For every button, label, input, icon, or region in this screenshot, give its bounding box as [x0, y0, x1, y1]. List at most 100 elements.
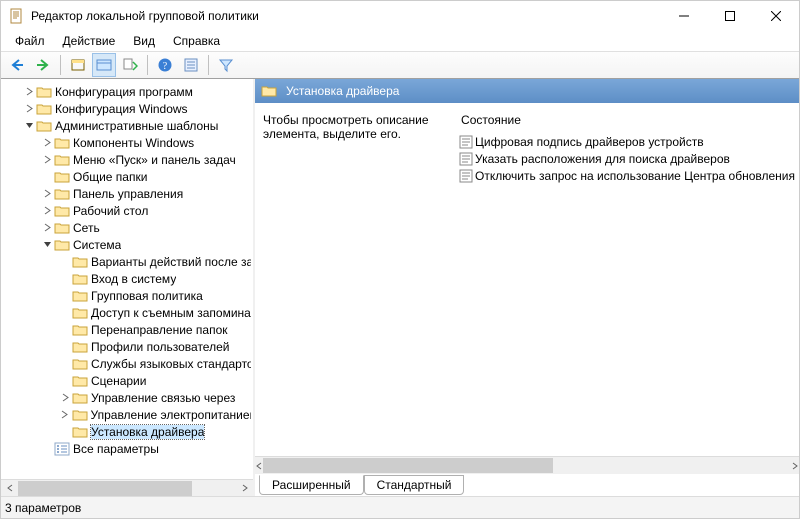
tab-standard[interactable]: Стандартный [364, 475, 465, 495]
menu-view[interactable]: Вид [125, 32, 163, 50]
tree-label: Установка драйвера [91, 425, 204, 439]
tree-horizontal-scrollbar[interactable] [1, 479, 253, 496]
menu-help[interactable]: Справка [165, 32, 228, 50]
chevron-right-icon[interactable] [41, 137, 53, 149]
toolbar-icon-2[interactable] [92, 53, 116, 77]
folder-icon [54, 136, 70, 150]
column-header-state[interactable]: Состояние [459, 113, 795, 127]
titlebar: Редактор локальной групповой политики [1, 1, 799, 31]
folder-icon [54, 204, 70, 218]
tree[interactable]: Конфигурация программ Конфигурация Windo… [1, 79, 253, 479]
chevron-right-icon[interactable] [23, 103, 35, 115]
chevron-right-icon[interactable] [41, 222, 53, 234]
maximize-button[interactable] [707, 1, 753, 31]
details-header: Установка драйвера [255, 79, 799, 103]
chevron-right-icon[interactable] [41, 188, 53, 200]
folder-icon [72, 340, 88, 354]
close-button[interactable] [753, 1, 799, 31]
details-pane: Установка драйвера Чтобы просмотреть опи… [255, 79, 799, 496]
policy-setting-icon [459, 169, 473, 183]
details-title: Установка драйвера [286, 84, 399, 98]
app-icon [9, 8, 25, 24]
folder-icon [72, 272, 88, 286]
tree-item[interactable]: Управление электропитанием [1, 406, 253, 423]
details-horizontal-scrollbar[interactable] [255, 457, 799, 474]
tree-item[interactable]: Службы языковых стандартов [1, 355, 253, 372]
tree-label: Все параметры [73, 442, 159, 456]
tree-item-selected[interactable]: Установка драйвера [1, 423, 253, 440]
folder-icon [54, 153, 70, 167]
minimize-button[interactable] [661, 1, 707, 31]
chevron-right-icon[interactable] [59, 392, 71, 404]
tree-item[interactable]: Конфигурация программ [1, 83, 253, 100]
tree-item[interactable]: Варианты действий после завершения [1, 253, 253, 270]
chevron-down-icon[interactable] [41, 239, 53, 251]
description-text: Чтобы просмотреть описание элемента, выд… [263, 113, 428, 141]
status-text: 3 параметров [5, 501, 81, 515]
scroll-left-icon[interactable] [1, 480, 18, 497]
list-item[interactable]: Отключить запрос на использование Центра… [459, 167, 795, 184]
tree-item[interactable]: Сценарии [1, 372, 253, 389]
settings-list-icon [54, 442, 70, 456]
back-button[interactable] [5, 53, 29, 77]
scroll-left-icon[interactable] [255, 459, 263, 473]
list-item[interactable]: Указать расположения для поиска драйверо… [459, 150, 795, 167]
menu-file[interactable]: Файл [7, 32, 53, 50]
tree-item[interactable]: Конфигурация Windows [1, 100, 253, 117]
filter-button[interactable] [214, 53, 238, 77]
tree-item[interactable]: Перенаправление папок [1, 321, 253, 338]
tree-label: Профили пользователей [91, 340, 229, 354]
chevron-right-icon[interactable] [59, 409, 71, 421]
folder-icon [72, 357, 88, 371]
tree-item[interactable]: Рабочий стол [1, 202, 253, 219]
tree-label: Конфигурация программ [55, 85, 193, 99]
menu-action[interactable]: Действие [55, 32, 124, 50]
tree-label: Конфигурация Windows [55, 102, 188, 116]
settings-list: Состояние Цифровая подпись драйверов уст… [455, 103, 799, 456]
tree-item[interactable]: Общие папки [1, 168, 253, 185]
tree-item[interactable]: Доступ к съемным запоминающим [1, 304, 253, 321]
chevron-right-icon[interactable] [41, 205, 53, 217]
tree-item[interactable]: Профили пользователей [1, 338, 253, 355]
folder-icon [36, 119, 52, 133]
toolbar-icon-4[interactable] [179, 53, 203, 77]
chevron-right-icon[interactable] [23, 86, 35, 98]
folder-icon [72, 306, 88, 320]
folder-icon [54, 238, 70, 252]
tree-item[interactable]: Групповая политика [1, 287, 253, 304]
list-item[interactable]: Цифровая подпись драйверов устройств [459, 133, 795, 150]
scroll-right-icon[interactable] [791, 459, 799, 473]
tree-item[interactable]: Административные шаблоны [1, 117, 253, 134]
tree-label: Управление электропитанием [91, 408, 251, 422]
toolbar-icon-1[interactable] [66, 53, 90, 77]
tree-item[interactable]: Система [1, 236, 253, 253]
help-button[interactable]: ? [153, 53, 177, 77]
folder-icon [54, 221, 70, 235]
statusbar: 3 параметров [1, 496, 799, 518]
tree-item[interactable]: Панель управления [1, 185, 253, 202]
tree-label: Рабочий стол [73, 204, 148, 218]
tree-item[interactable]: Сеть [1, 219, 253, 236]
list-item-label: Указать расположения для поиска драйверо… [475, 152, 730, 166]
tree-label: Панель управления [73, 187, 183, 201]
tree-item[interactable]: Меню «Пуск» и панель задач [1, 151, 253, 168]
scroll-right-icon[interactable] [236, 480, 253, 497]
folder-icon [72, 374, 88, 388]
toolbar: ? [1, 51, 799, 79]
chevron-down-icon[interactable] [23, 120, 35, 132]
forward-button[interactable] [31, 53, 55, 77]
tab-extended[interactable]: Расширенный [259, 475, 364, 495]
policy-setting-icon [459, 152, 473, 166]
chevron-right-icon[interactable] [41, 154, 53, 166]
tree-label: Административные шаблоны [55, 119, 218, 133]
tree-label: Сценарии [91, 374, 146, 388]
tree-label: Групповая политика [91, 289, 203, 303]
list-item-label: Отключить запрос на использование Центра… [475, 169, 795, 183]
tree-item[interactable]: Компоненты Windows [1, 134, 253, 151]
tree-item[interactable]: Управление связью через [1, 389, 253, 406]
tree-label: Меню «Пуск» и панель задач [73, 153, 236, 167]
tree-item-all-settings[interactable]: Все параметры [1, 440, 253, 457]
app-window: Редактор локальной групповой политики Фа… [0, 0, 800, 519]
tree-item[interactable]: Вход в систему [1, 270, 253, 287]
toolbar-icon-3[interactable] [118, 53, 142, 77]
